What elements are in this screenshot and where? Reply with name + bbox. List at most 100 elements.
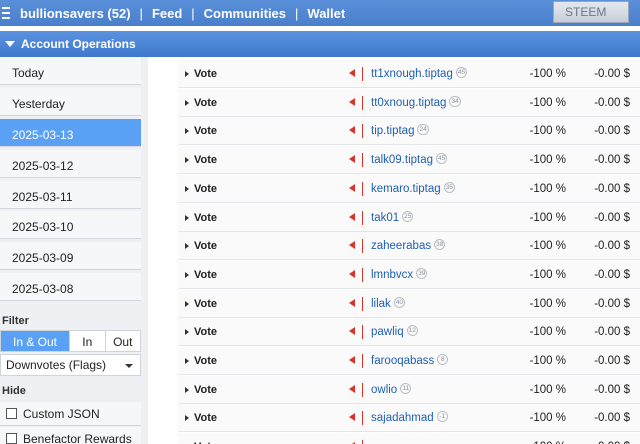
operation-type: Vote [194,412,218,425]
expand-arrow-icon[interactable] [185,300,189,307]
vote-value: -0.00 $ [594,355,630,367]
operation-row[interactable]: Vote pawliq 12 -100 % -0.00 $ [178,318,640,347]
voter-account-link[interactable]: tt0xnoug.tiptag 34 [371,95,461,109]
operation-row[interactable]: Vote tt0xnoug.tiptag 34 -100 % -0.00 $ [178,88,640,117]
voter-account-link[interactable]: tak01 25 [371,210,414,224]
operation-row[interactable]: Vote kemaro.tiptag 35 -100 % -0.00 $ [178,174,640,203]
voter-account-link[interactable]: lilak 40 [371,296,406,310]
operation-row[interactable]: Vote tak01 25 -100 % -0.00 $ [178,203,640,232]
day-2025-03-08[interactable]: 2025-03-08 [0,273,141,301]
expand-arrow-icon[interactable] [185,214,189,221]
voter-account-name: tak01 [371,211,400,224]
flag-divider [362,210,363,225]
operation-row[interactable]: Vote owlio 11 -100 % -0.00 $ [178,375,640,404]
day-2025-03-10[interactable]: 2025-03-10 [0,211,141,239]
vote-percent: -100 % [529,326,566,339]
operation-row[interactable]: Vote tt1xnough.tiptag 45 -100 % -0.00 $ [178,60,640,88]
checkbox-icon[interactable] [6,408,17,419]
expand-arrow-icon[interactable] [185,99,189,106]
operation-row[interactable]: Vote zaheerabas 38 -100 % -0.00 $ [178,232,640,261]
operation-row[interactable]: Vote farooqabass 8 -100 % -0.00 $ [178,347,640,375]
expand-arrow-icon[interactable] [185,185,189,192]
voter-account-link[interactable]: tip.tiptag 24 [371,124,429,137]
voter-account-link[interactable]: zaheerabas 38 [371,239,446,253]
wallet-link[interactable]: Wallet [307,6,345,21]
expand-arrow-icon[interactable] [185,329,189,336]
vote-value: -0.00 $ [594,96,630,109]
account-operations-header[interactable]: Account Operations [0,31,640,57]
voter-account-link[interactable]: lmnbvcx 39 [371,267,428,281]
flag-divider [362,124,363,139]
operation-type: Vote [194,297,218,310]
voter-account-name: tt1xnough.tiptag [371,68,453,80]
flag-divider [362,411,363,426]
vote-percent: -100 % [529,154,566,167]
checkbox-icon[interactable] [6,433,17,444]
voter-account-name: owlio [371,383,398,396]
day-2025-03-12[interactable]: 2025-03-12 [0,150,141,178]
expand-arrow-icon[interactable] [185,128,189,135]
operation-row[interactable]: Vote lmnbvcx 39 -100 % -0.00 $ [178,260,640,289]
filter-in-out[interactable]: In & Out [1,331,70,351]
hide-custom-json[interactable]: Custom JSON [0,402,141,426]
voter-account-link[interactable]: sajadahmad -1 [371,411,448,424]
voter-account-link[interactable]: talk09.tiptag 45 [371,153,448,166]
vote-value: -0.00 $ [594,154,630,167]
reputation-badge: 40 [393,296,406,308]
day-today[interactable]: Today [0,57,141,85]
expand-arrow-icon[interactable] [185,415,189,422]
operation-row[interactable]: Vote lilak 40 -100 % -0.00 $ [178,289,640,318]
downvote-flag-icon [349,126,355,135]
voter-account-name: tip.tiptag [371,125,415,138]
expand-arrow-icon[interactable] [185,358,189,364]
vote-percent: -100 % [529,182,566,195]
operation-row[interactable]: Vote tip.tiptag 24 -100 % -0.00 $ [178,117,640,146]
expand-arrow-icon[interactable] [185,271,189,278]
vote-percent: -100 % [529,125,566,138]
vote-value: -0.00 $ [594,326,630,339]
operation-row[interactable]: Vote talk09.tiptag 45 -100 % -0.00 $ [178,146,640,175]
vote-value: -0.00 $ [594,68,630,80]
day-2025-03-09[interactable]: 2025-03-09 [0,242,141,270]
day-yesterday[interactable]: Yesterday [0,88,141,116]
voter-account-link[interactable]: tt1xnough.tiptag 45 [371,67,468,80]
voter-account-name: farooqabass [371,355,435,367]
operation-type: Vote [194,240,218,253]
expand-arrow-icon[interactable] [185,157,189,164]
chain-selector[interactable]: STEEM [553,1,629,23]
reputation-badge: 34 [449,95,461,107]
operation-type-select[interactable]: Downvotes (Flags) [0,354,141,376]
expand-arrow-icon[interactable] [185,386,189,393]
voter-account-name: zaheerabas [371,240,432,253]
day-2025-03-13[interactable]: 2025-03-13 [0,119,141,147]
communities-link[interactable]: Communities [204,6,286,21]
hamburger-icon[interactable] [0,0,20,26]
voter-account-name: pawliq [371,326,404,339]
expand-arrow-icon[interactable] [185,243,189,250]
vote-percent: -100 % [529,240,566,253]
vote-value: -0.00 $ [594,412,630,425]
flag-divider [362,181,363,196]
operation-row[interactable]: Vote-100 %-0.00 $ [178,433,640,444]
voter-account-link[interactable]: kemaro.tiptag 35 [371,181,455,195]
vote-value: -0.00 $ [594,383,630,396]
filter-in[interactable]: In [70,331,106,351]
voter-account-link[interactable]: farooqabass 8 [371,354,449,367]
feed-link[interactable]: Feed [152,6,182,21]
downvote-flag-icon [349,413,355,422]
account-link[interactable]: bullionsavers (52) [20,6,131,21]
flag-divider [362,382,363,397]
collapse-triangle-icon [5,41,15,47]
expand-arrow-icon[interactable] [185,71,189,77]
voter-account-link[interactable]: pawliq 12 [371,325,418,338]
voter-account-link[interactable]: owlio 11 [371,382,412,396]
flag-divider [362,239,363,254]
operation-type: Vote [194,96,218,109]
hide-benefactor-rewards[interactable]: Benefactor Rewards [0,427,141,444]
day-2025-03-11[interactable]: 2025-03-11 [0,181,141,209]
filter-out[interactable]: Out [106,331,141,351]
operation-row[interactable]: Vote sajadahmad -1 -100 % -0.00 $ [178,404,640,433]
downvote-flag-icon [349,384,355,393]
voter-account-name: sajadahmad [371,412,434,425]
downvote-flag-icon [349,298,355,307]
